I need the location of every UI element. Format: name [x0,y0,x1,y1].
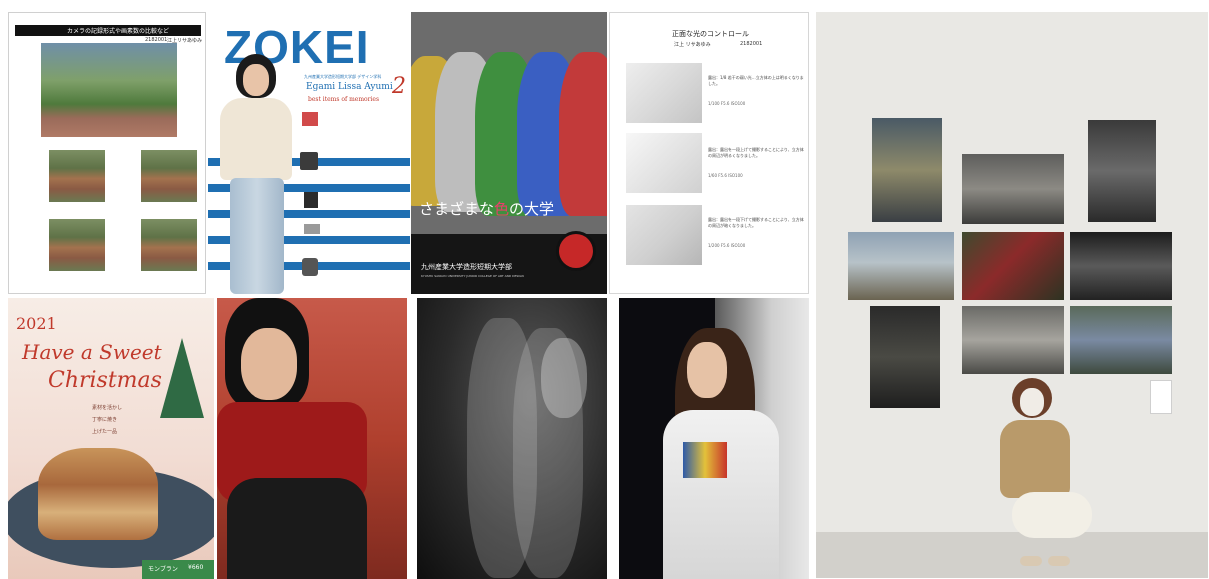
christmas-copy-2: 丁寧に焼き [92,417,118,423]
zokei-issue: 2 [392,74,406,99]
poster-emblem [559,234,593,268]
exhibit-frame-2 [962,154,1064,224]
christmas-tree [160,338,204,418]
exhibit-frame-8 [962,306,1064,374]
tile-christmas[interactable]: 2021 Have a Sweet Christmas 素材を活かし 丁寧に焼き… [8,298,214,579]
exhibit-frame-7 [870,306,940,408]
exhibition-floor [816,532,1208,578]
zokei-gadget-box-5 [302,258,318,276]
poster-school-jp: 九州産業大学造形短期大学部 [421,263,512,271]
tile-light-control[interactable]: 正面な光のコントロール 江上 リサあゆみ 2182001 露出：1/8 若干の弱… [609,12,809,294]
light-row-3-caption: 露出：露出を一段下げて撮影することにより、立方体の周辺が暗くなりました。 [708,217,804,228]
zokei-person-sweater [220,98,292,180]
report-main-photo [41,43,177,137]
zokei-gadget-box-3 [304,192,318,208]
light-cube-photo-1 [626,63,702,123]
zokei-gadget-box-4 [304,224,320,234]
exhibit-frame-4 [848,232,954,300]
light-row-2-caption: 露出：露出を一段上げて撮影することにより、立方体の周辺が明るくなりました。 [708,147,804,158]
blur-figure-3 [541,338,587,418]
exhibit-person-pants [1012,492,1092,538]
light-cube-photo-3 [626,205,702,265]
portrait-red-legs [227,478,367,579]
portrait-light-face [687,342,727,398]
light-author: 江上 リサあゆみ [674,42,711,48]
zokei-person-jeans [230,178,284,294]
poster-headline-post: の大学 [509,200,555,218]
tile-zokei-cover[interactable]: ZOKEI 九州産業大学造形短期大学部 デザイン学科 Egami Lissa A… [208,12,410,294]
zokei-author: Egami Lissa Ayumi [306,82,393,92]
tile-exhibition[interactable] [816,12,1208,578]
report-thumb-3 [49,219,105,271]
exhibit-person-shoe-right [1048,556,1070,566]
light-row-3-settings: 1/200 F5.6 ISO100 [708,243,746,248]
poster-headline-pre: さまざまな [419,200,495,218]
exhibit-caption-card [1150,380,1172,414]
tile-portrait-blur[interactable] [417,298,607,579]
exhibit-frame-3 [1088,120,1156,222]
exhibit-frame-5 [962,232,1064,300]
poster-headline-accent: 色 [494,200,510,218]
light-id: 2182001 [740,41,763,47]
poster-bust-red [559,52,607,216]
christmas-line-1: Have a Sweet [22,340,162,364]
report-title: カメラの記録形式や画素数の比較など [67,28,170,35]
portrait-light-shirt [663,410,779,579]
zokei-gadget-box-1 [302,112,318,126]
zokei-subtitle: 九州産業大学造形短期大学部 デザイン学科 [304,74,382,79]
exhibit-person-sweater [1000,420,1070,498]
report-thumb-2 [141,150,197,202]
portrait-red-face [241,328,297,400]
tile-portrait-red[interactable] [217,298,407,579]
christmas-cake [38,448,158,540]
tile-portrait-light[interactable] [619,298,809,579]
exhibit-frame-6 [1070,232,1172,300]
tile-color-poster[interactable]: さまざまな 色 の大学 九州産業大学造形短期大学部 KYUSHU SANGYO … [411,12,607,294]
light-row-1-settings: 1/100 F5.6 ISO100 [708,101,746,106]
report-thumb-1 [49,150,105,202]
exhibit-frame-9 [1070,306,1172,374]
christmas-price: ¥660 [188,564,204,571]
light-row-2-settings: 1/60 F5.6 ISO100 [708,173,743,178]
light-title: 正面な光のコントロール [672,30,749,38]
light-cube-photo-2 [626,133,702,193]
christmas-year: 2021 [16,314,57,333]
zokei-tagline: best items of memories [308,96,380,103]
christmas-copy-3: 上げた一品 [92,429,118,435]
exhibit-frame-1 [872,118,942,222]
christmas-product: モンブラン [148,566,178,573]
christmas-line-2: Christmas [48,368,162,393]
exhibit-person-face [1020,388,1044,416]
report-thumb-4 [141,219,197,271]
exhibit-person-shoe-left [1020,556,1042,566]
tile-camera-report[interactable]: カメラの記録形式や画素数の比較など 2182001 江上リサあゆみ [8,12,206,294]
zokei-gadget-box-2 [300,152,318,170]
zokei-person-face [243,64,269,96]
portrait-light-print [683,442,727,478]
christmas-copy-1: 素材を活かし [92,405,123,411]
light-row-1-caption: 露出：1/8 若干の弱い光…立方体の上は明るくなりました。 [708,75,804,86]
poster-school-en: KYUSHU SANGYO UNIVERSITY JUNIOR COLLEGE … [421,274,524,278]
